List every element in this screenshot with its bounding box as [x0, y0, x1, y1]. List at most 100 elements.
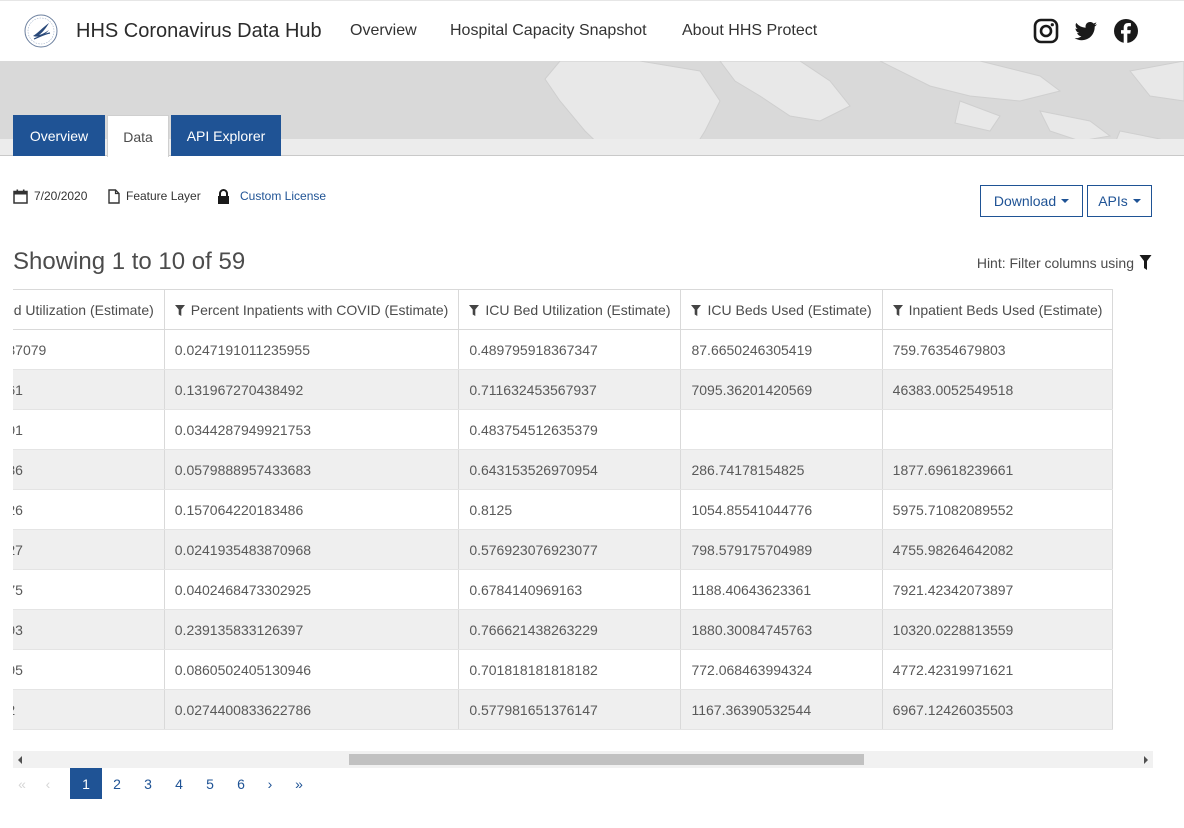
column-header[interactable]: ICU Beds Used (Estimate): [680, 289, 883, 330]
apis-label: APIs: [1098, 193, 1128, 209]
table-cell: 1880.30084745763: [680, 609, 883, 650]
table-cell: 0.701818181818182: [458, 649, 682, 690]
table-cell: 0.643153526970954: [458, 449, 682, 490]
document-icon: [108, 188, 120, 204]
table-cell: 0.711632453567937: [458, 369, 682, 410]
table-row: 0.714665950.08605024051309460.7018181818…: [13, 649, 1114, 690]
table-cell: 0.766621438263229: [458, 609, 682, 650]
filter-icon[interactable]: [174, 304, 185, 316]
lock-icon: [218, 188, 229, 204]
filter-icon: [1139, 255, 1152, 270]
column-header[interactable]: Inpatient Bed Utilization (Estimate): [13, 289, 165, 330]
results-summary: Showing 1 to 10 of 59: [13, 248, 246, 275]
table-cell: 0.71466595: [13, 649, 165, 690]
data-table-viewport[interactable]: Inpatient Bed Utilization (Estimate) Per…: [13, 289, 1153, 731]
tab-api-explorer[interactable]: API Explorer: [171, 115, 281, 156]
filter-icon[interactable]: [892, 304, 903, 316]
nav-overview[interactable]: Overview: [350, 22, 417, 40]
table-cell: 0.576923076923077: [458, 529, 682, 570]
site-title[interactable]: HHS Coronavirus Data Hub: [76, 20, 322, 43]
table-cell: 0.0402468473302925: [164, 569, 460, 610]
table-cell: 759.76354679803: [882, 329, 1114, 370]
instagram-icon[interactable]: [1033, 18, 1059, 44]
table-cell: 46383.0052549518: [882, 369, 1114, 410]
custom-license-link[interactable]: Custom License: [240, 189, 326, 203]
table-cell: 0.6868272: [13, 689, 165, 730]
table-cell: 0.0579888957433683: [164, 449, 460, 490]
table-cell: 0.71737327: [13, 529, 165, 570]
column-header-label: Percent Inpatients with COVID (Estimate): [190, 301, 449, 318]
pagination-prev[interactable]: ‹: [40, 768, 56, 799]
table-cell: 0.62293191: [13, 409, 165, 450]
table-cell: 10320.0228813559: [882, 609, 1114, 650]
table-cell: 6967.12426035503: [882, 689, 1114, 730]
download-button[interactable]: Download: [980, 185, 1083, 217]
table-row: 0.699459750.04024684733029250.6784140969…: [13, 569, 1114, 610]
table-cell: 0.483754512635379: [458, 409, 682, 450]
table-cell: 0.0274400833622786: [164, 689, 460, 730]
scroll-right-arrow-icon[interactable]: [1144, 756, 1148, 764]
table-row: 0.725749260.1570642201834860.81251054.85…: [13, 489, 1114, 530]
nav-hospital-capacity-snapshot[interactable]: Hospital Capacity Snapshot: [450, 22, 647, 40]
tab-data[interactable]: Data: [107, 115, 169, 157]
table-cell: 0.239135833126397: [164, 609, 460, 650]
pagination-page-3[interactable]: 3: [135, 768, 161, 799]
column-header-label: Inpatient Bed Utilization (Estimate): [13, 301, 154, 318]
table-cell: 0.61399136: [13, 449, 165, 490]
table-cell: 1054.85541044776: [680, 489, 883, 530]
calendar-icon: [13, 189, 28, 204]
table-cell: 4755.98264642082: [882, 529, 1114, 570]
table-cell: [680, 409, 883, 450]
top-nav: HHS Coronavirus Data Hub Overview Hospit…: [0, 0, 1184, 61]
scrollbar-thumb[interactable]: [349, 754, 864, 765]
pagination-page-2[interactable]: 2: [104, 768, 130, 799]
twitter-icon[interactable]: [1073, 18, 1099, 44]
tab-overview[interactable]: Overview: [13, 115, 105, 156]
pagination-next[interactable]: ›: [261, 768, 279, 799]
nav-about-hhs-protect[interactable]: About HHS Protect: [682, 22, 817, 40]
meta-type: Feature Layer: [108, 186, 201, 206]
table-header-row: Inpatient Bed Utilization (Estimate) Per…: [13, 289, 1114, 330]
table-cell: 1167.36390532544: [680, 689, 883, 730]
table-cell: 0.76000993: [13, 609, 165, 650]
apis-button[interactable]: APIs: [1087, 185, 1152, 217]
scroll-left-arrow-icon[interactable]: [18, 756, 22, 764]
table-cell: 87.6650246305419: [680, 329, 883, 370]
table-row: 0.709128610.1319672704384920.71163245356…: [13, 369, 1114, 410]
column-header[interactable]: ICU Bed Utilization (Estimate): [458, 289, 682, 330]
table-cell: 0.70912861: [13, 369, 165, 410]
table-row: 0.760009930.2391358331263970.76662143826…: [13, 609, 1114, 650]
filter-icon[interactable]: [691, 304, 702, 316]
pagination-page-6[interactable]: 6: [228, 768, 254, 799]
table-cell: 1877.69618239661: [882, 449, 1114, 490]
pagination-page-1[interactable]: 1: [70, 768, 102, 799]
hint-text: Hint: Filter columns using: [976, 254, 1134, 271]
table-cell: 0.489795918367347: [458, 329, 682, 370]
column-header[interactable]: Percent Inpatients with COVID (Estimate): [164, 289, 460, 330]
type-text: Feature Layer: [126, 189, 201, 203]
table-cell: 0.157064220183486: [164, 489, 460, 530]
table-cell: 0.131967270438492: [164, 369, 460, 410]
download-label: Download: [993, 193, 1057, 209]
filter-icon[interactable]: [469, 304, 480, 316]
table-cell: 772.068463994324: [680, 649, 883, 690]
table-cell: 0.0241935483870968: [164, 529, 460, 570]
table-cell: 0.0344287949921753: [164, 409, 460, 450]
table-cell: 5975.71082089552: [882, 489, 1114, 530]
column-header-label: ICU Bed Utilization (Estimate): [485, 301, 671, 318]
column-header[interactable]: Inpatient Beds Used (Estimate): [882, 289, 1114, 330]
pagination-page-5[interactable]: 5: [197, 768, 223, 799]
table-cell: 798.579175704989: [680, 529, 883, 570]
table-cell: 0.0247191011235955: [164, 329, 460, 370]
horizontal-scrollbar[interactable]: [13, 751, 1153, 768]
pagination-first[interactable]: «: [13, 768, 31, 799]
column-header-label: ICU Beds Used (Estimate): [707, 301, 872, 318]
hhs-logo[interactable]: [24, 14, 58, 48]
table-cell: 0.8125: [458, 489, 682, 530]
table-row: 0.717373270.02419354838709680.5769230769…: [13, 529, 1114, 570]
pagination-page-4[interactable]: 4: [166, 768, 192, 799]
facebook-icon[interactable]: [1113, 18, 1139, 44]
table-row: 0.68682720.02744008336227860.57798165137…: [13, 689, 1114, 730]
pagination-last[interactable]: »: [288, 768, 310, 799]
table-cell: 0.6784140969163: [458, 569, 682, 610]
